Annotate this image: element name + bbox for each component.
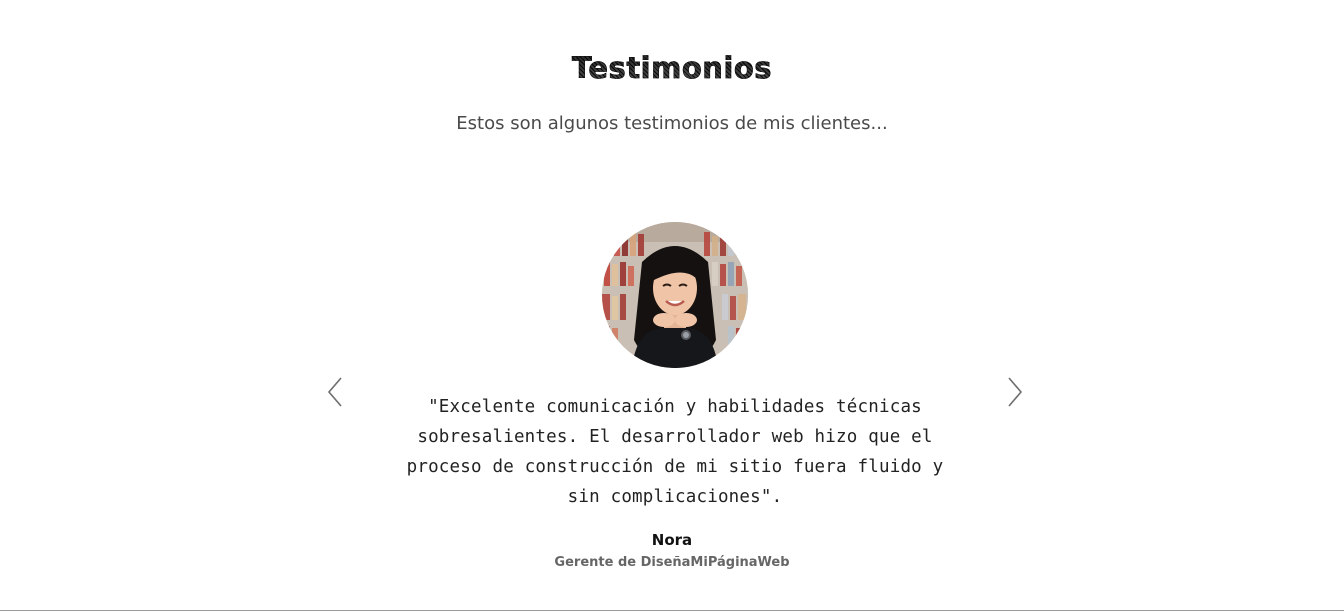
client-photo [602,222,748,368]
testimonial-author: Nora [651,531,693,549]
chevron-left-icon [327,377,342,407]
testimonials-section: Testimonios Estos son algunos testimonio… [0,0,1344,611]
section-title: Testimonios [0,48,1344,88]
client-avatar [602,222,748,368]
testimonial-author-role: Gerente de DiseñaMiPáginaWeb [554,555,790,570]
section-subtitle: Estos son algunos testimonios de mis cli… [456,113,888,134]
previous-testimonial-button[interactable] [327,376,343,408]
chevron-right-icon [1008,377,1023,407]
next-testimonial-button[interactable] [1007,376,1023,408]
testimonial-quote: "Excelente comunicación y habilidades té… [406,397,944,507]
